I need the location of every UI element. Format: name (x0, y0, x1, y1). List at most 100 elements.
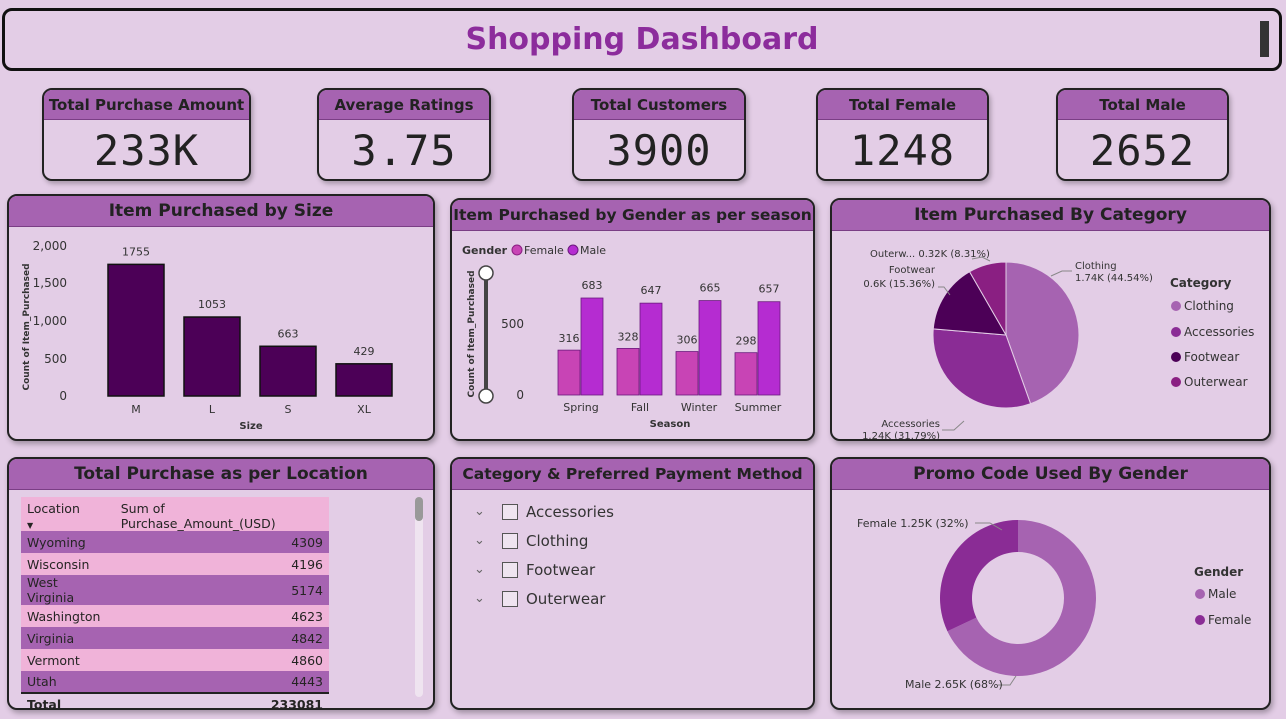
panel-title: Total Purchase as per Location (9, 459, 433, 490)
slicer-item-accessories[interactable]: ⌄ Accessories (452, 497, 813, 526)
pie-label: 0.6K (15.36%) (863, 279, 935, 290)
y-ticks: 2,000 1,500 1,000 500 0 (33, 239, 67, 403)
size-chart-panel[interactable]: Item Purchased by Size Count of Item_Pur… (7, 194, 435, 441)
y-tick: 500 (501, 317, 524, 331)
bar-xl[interactable] (335, 363, 393, 397)
x-tick: Winter (681, 401, 718, 414)
bar-female-winter[interactable] (675, 351, 699, 396)
range-slider-handle-top[interactable] (478, 265, 494, 281)
checkbox[interactable] (502, 590, 518, 607)
donut-slice-female[interactable] (940, 520, 1018, 632)
legend-dot-accessories (1171, 327, 1181, 337)
x-tick: Summer (735, 401, 782, 414)
category-payment-slicer-panel: Category & Preferred Payment Method ⌄ Ac… (450, 457, 815, 710)
x-tick: Spring (563, 401, 599, 414)
chevron-down-icon[interactable]: ⌄ (474, 504, 492, 519)
checkbox[interactable] (502, 561, 518, 578)
bar-m[interactable] (107, 263, 165, 397)
legend-dot-footwear (1171, 352, 1181, 362)
panel-title: Category & Preferred Payment Method (452, 459, 813, 490)
data-label: 657 (759, 283, 780, 296)
y-tick: 0 (516, 388, 524, 402)
slicer-list: ⌄ Accessories ⌄ Clothing ⌄ Footwear ⌄ Ou… (452, 490, 813, 613)
data-label: 683 (582, 279, 603, 292)
data-label: 1053 (198, 298, 226, 311)
leader-line (942, 420, 965, 431)
table-scrollbar[interactable] (415, 497, 423, 697)
table-row[interactable]: Vermont 4860 (21, 649, 329, 671)
pie-label: Outerw... 0.32K (8.31%) (870, 249, 990, 260)
kpi-total-female: Total Female 1248 (816, 88, 989, 181)
legend-label: Clothing (1184, 299, 1234, 313)
column-header-location[interactable]: Location ▼ (21, 497, 115, 531)
pie-label: Footwear (889, 265, 936, 276)
legend-label: Accessories (1184, 325, 1254, 339)
kpi-value: 3900 (606, 126, 712, 175)
header-handle[interactable] (1260, 21, 1269, 57)
bar-s[interactable] (259, 345, 317, 397)
chevron-down-icon[interactable]: ⌄ (474, 591, 492, 606)
x-tick: Fall (631, 401, 649, 414)
legend-dot-female (1195, 615, 1205, 625)
table-row[interactable]: Wisconsin 4196 (21, 553, 329, 575)
chevron-down-icon[interactable]: ⌄ (474, 533, 492, 548)
bar-male-summer[interactable] (757, 301, 781, 396)
scrollbar-thumb[interactable] (415, 497, 423, 521)
kpi-title: Total Female (818, 90, 987, 120)
slicer-item-outerwear[interactable]: ⌄ Outerwear (452, 584, 813, 613)
bar-female-fall[interactable] (616, 348, 640, 396)
data-label: 663 (278, 327, 299, 340)
legend-dot-clothing (1171, 301, 1181, 311)
slicer-item-clothing[interactable]: ⌄ Clothing (452, 526, 813, 555)
gender-season-chart-panel[interactable]: Item Purchased by Gender as per season G… (450, 198, 815, 441)
table-row[interactable]: Virginia 4842 (21, 627, 329, 649)
kpi-title: Total Male (1058, 90, 1227, 120)
page-title: Shopping Dashboard (465, 22, 819, 57)
promo-donut-panel[interactable]: Promo Code Used By Gender Female 1.25K (… (830, 457, 1271, 710)
donut-label-male: Male 2.65K (68%) (905, 678, 1003, 691)
column-header-amount[interactable]: Sum of Purchase_Amount_(USD) (114, 497, 329, 531)
gender-season-chart: Gender Female Male Count of Item_Purchas… (462, 244, 782, 430)
pie-label: Clothing (1075, 261, 1117, 272)
y-tick: 1,000 (33, 314, 67, 328)
bar-female-spring[interactable] (557, 349, 581, 396)
location-table-panel[interactable]: Total Purchase as per Location Location ▼… (7, 457, 435, 710)
category-pie-chart: Clothing 1.74K (44.54%) Outerw... 0.32K … (862, 249, 1254, 439)
legend-label: Outerwear (1184, 375, 1248, 389)
panel-title: Item Purchased By Category (832, 200, 1269, 231)
bar-male-winter[interactable] (698, 300, 722, 396)
bar-male-spring[interactable] (580, 297, 604, 396)
y-tick: 500 (44, 352, 67, 366)
bar-male-fall[interactable] (639, 302, 663, 396)
kpi-value: 2652 (1089, 126, 1196, 175)
table-row[interactable]: Utah 4443 (21, 671, 329, 693)
data-label: 647 (641, 284, 662, 297)
bar-female-summer[interactable] (734, 352, 758, 396)
kpi-title: Total Customers (574, 90, 744, 120)
table-row[interactable]: West Virginia 5174 (21, 575, 329, 605)
y-tick: 1,500 (33, 276, 67, 290)
location-table: Location ▼ Sum of Purchase_Amount_(USD) W… (21, 497, 329, 708)
x-tick: L (209, 403, 216, 416)
table-row[interactable]: Washington 4623 (21, 605, 329, 627)
kpi-title: Total Purchase Amount (44, 90, 249, 120)
checkbox[interactable] (502, 503, 518, 520)
data-label: 328 (618, 330, 639, 343)
table-row[interactable]: Wyoming 4309 (21, 531, 329, 553)
data-label: 306 (677, 334, 698, 347)
y-axis-label: Count of Item_Purchased (467, 270, 477, 397)
slicer-item-footwear[interactable]: ⌄ Footwear (452, 555, 813, 584)
pie-label: 1.74K (44.54%) (1075, 273, 1153, 284)
chevron-down-icon[interactable]: ⌄ (474, 562, 492, 577)
data-label: 665 (700, 282, 721, 295)
bar-l[interactable] (183, 316, 241, 397)
leader-line (1050, 270, 1072, 277)
promo-donut-chart: Female 1.25K (32%) Male 2.65K (68%) Gend… (857, 517, 1251, 691)
legend-title: Gender (1194, 565, 1243, 579)
legend-dot-male (567, 244, 579, 256)
panel-title: Item Purchased by Size (9, 196, 433, 227)
legend-title: Gender (462, 244, 508, 257)
category-pie-panel[interactable]: Item Purchased By Category Clothing 1.74… (830, 198, 1271, 441)
checkbox[interactable] (502, 532, 518, 549)
range-slider-handle-bottom[interactable] (478, 388, 494, 404)
